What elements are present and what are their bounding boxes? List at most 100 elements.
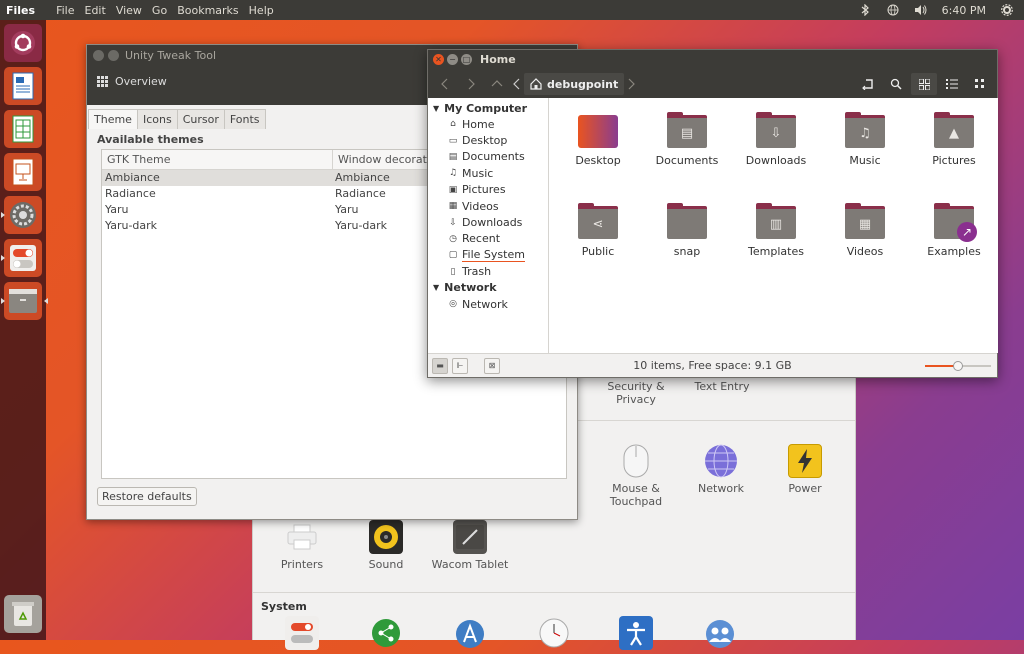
tab-icons[interactable]: Icons [136,109,178,129]
settings-item-printers[interactable]: Printers [257,520,347,571]
zoom-slider[interactable] [925,361,991,371]
menu-view[interactable]: View [111,4,147,17]
menu-bookmarks[interactable]: Bookmarks [172,4,243,17]
sidebar-item-recent[interactable]: ◷ Recent [428,231,548,247]
folder-public[interactable]: ⋖ Public [553,203,643,258]
settings-item-time[interactable] [509,616,599,654]
menu-icon[interactable] [967,73,993,95]
sidebar-item-videos[interactable]: ▦ Videos [428,198,548,214]
toolbar: debugpoint [428,70,997,98]
folder-label: Public [581,245,615,258]
places-toggle-icon[interactable]: ▬ [432,357,448,374]
files-icon[interactable] [1,282,48,320]
settings-item-tweak[interactable] [257,616,347,654]
window-title: Home [480,53,516,66]
sidebar-item-documents[interactable]: ▤ Documents [428,149,548,165]
folder-snap[interactable]: snap [642,203,732,258]
folder-label: Pictures [932,154,976,167]
location-icon[interactable] [855,73,881,95]
settings-item-software[interactable] [425,616,515,654]
settings-item-security[interactable]: Security & Privacy [591,380,681,406]
tree-toggle-icon[interactable]: ⊩ [452,357,468,374]
unity-tweak-tool-icon[interactable] [1,239,42,277]
folder-music[interactable]: ♫ Music [820,112,910,167]
settings-item-text-entry[interactable]: Text Entry [677,380,767,393]
settings-item-accessibility[interactable] [591,616,681,654]
list-view-icon[interactable] [939,73,965,95]
sidebar-item-label: Network [462,297,508,311]
settings-item-network[interactable]: Network [676,444,766,495]
folder-documents[interactable]: ▤ Documents [642,112,732,167]
sidebar-item-home[interactable]: ⌂ Home [428,116,548,132]
sidebar-item-file-system[interactable]: ▢ File System [428,247,548,263]
folder-desktop[interactable]: Desktop [553,112,643,167]
network-globe-icon[interactable] [886,3,900,17]
zoom-knob[interactable] [953,361,963,371]
menu-file[interactable]: File [51,4,79,17]
folder-templates[interactable]: ▥ Templates [731,203,821,258]
sidebar-item-trash[interactable]: ▯ Trash [428,264,548,280]
menu-help[interactable]: Help [244,4,279,17]
folder-label: snap [673,245,701,258]
table-cell: Ambiance [335,171,390,184]
maximize-button[interactable]: □ [461,54,472,65]
sidebar-item-downloads[interactable]: ⇩ Downloads [428,214,548,230]
grid-view-icon[interactable] [911,73,937,95]
folder-pictures[interactable]: ▲ Pictures [909,112,999,167]
tab-theme[interactable]: Theme [88,109,138,129]
minimize-button[interactable]: − [447,54,458,65]
settings-item-sound[interactable]: Sound [341,520,431,571]
table-cell: Ambiance [105,171,160,184]
sidebar-item-desktop[interactable]: ▭ Desktop [428,132,548,148]
impress-icon[interactable] [4,153,42,191]
power-gear-icon[interactable] [1000,3,1014,17]
settings-item-power[interactable]: Power [760,444,850,495]
settings-item-wacom[interactable]: Wacom Tablet [425,520,515,571]
breadcrumb[interactable]: debugpoint [524,73,625,95]
sidebar-section-network[interactable]: ▼ Network [428,280,548,296]
sidebar-item-label: Downloads [462,216,523,230]
sidebar-item-network[interactable]: ◎ Network [428,296,548,312]
up-button[interactable] [484,73,510,95]
path-left-button[interactable] [510,73,524,95]
minimize-button[interactable] [108,50,119,61]
column-header[interactable]: GTK Theme [102,150,332,169]
bluetooth-icon[interactable] [858,3,872,17]
system-settings-icon[interactable] [1,196,42,234]
ubuntu-logo-icon[interactable] [4,24,42,62]
sidebar-item-label: Documents [462,150,525,164]
software-updates-icon [453,616,487,650]
close-button[interactable] [93,50,104,61]
settings-item-sharing[interactable] [341,616,431,654]
menu-go[interactable]: Go [147,4,172,17]
close-button[interactable]: ✕ [433,54,444,65]
settings-item-users[interactable] [675,616,765,654]
folder-downloads[interactable]: ⇩ Downloads [731,112,821,167]
search-icon[interactable] [883,73,909,95]
sidebar-section-my-computer[interactable]: ▼ My Computer [428,100,548,116]
speaker-icon [369,520,403,554]
sidebar-item-music[interactable]: ♫ Music [428,165,548,181]
sidebar-item-pictures[interactable]: ▣ Pictures [428,182,548,198]
sidebar-heading: Network [444,281,497,295]
tab-fonts[interactable]: Fonts [223,109,266,129]
menu-edit[interactable]: Edit [80,4,111,17]
users-icon [703,616,737,650]
tab-bar: Theme Icons Cursor Fonts [88,109,266,129]
back-button[interactable] [432,73,458,95]
settings-item-mouse[interactable]: Mouse & Touchpad [591,444,681,508]
restore-defaults-button[interactable]: Restore defaults [97,487,197,506]
trash-icon[interactable] [4,595,42,633]
calc-icon[interactable] [4,110,42,148]
clock[interactable]: 6:40 PM [942,4,986,17]
volume-icon[interactable] [914,3,928,17]
path-right-button[interactable] [624,73,638,95]
running-indicator-icon [1,212,5,218]
overview-button[interactable]: Overview [97,75,167,88]
tab-cursor[interactable]: Cursor [176,109,225,129]
folder-videos[interactable]: ▦ Videos [820,203,910,258]
close-sidebar-icon[interactable]: ⊠ [484,357,500,374]
folder-examples[interactable]: ↗ Examples [909,203,999,258]
forward-button[interactable] [458,73,484,95]
writer-icon[interactable] [4,67,42,105]
